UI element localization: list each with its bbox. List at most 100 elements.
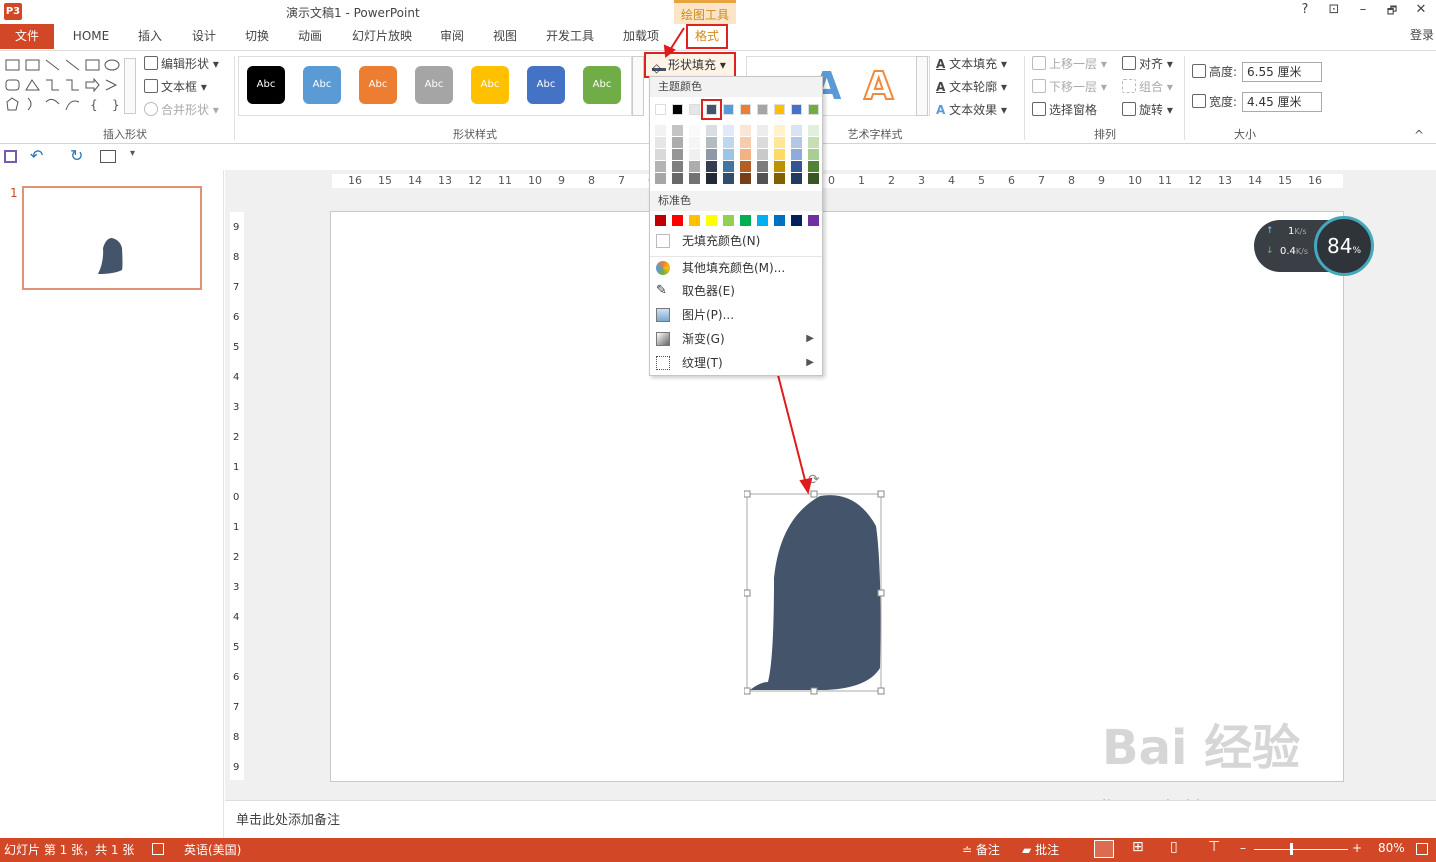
theme-color-swatch[interactable] — [723, 137, 734, 148]
standard-color-swatch[interactable] — [757, 215, 768, 226]
eyedropper-item[interactable]: ✎ 取色器(E) — [650, 280, 822, 302]
theme-color-swatch[interactable] — [791, 104, 802, 115]
standard-color-swatch[interactable] — [808, 215, 819, 226]
theme-color-swatch[interactable] — [672, 149, 683, 160]
spellcheck-icon[interactable] — [152, 843, 164, 855]
standard-color-swatch[interactable] — [774, 215, 785, 226]
theme-color-swatch[interactable] — [774, 125, 785, 136]
normal-view-icon[interactable] — [1094, 840, 1114, 858]
theme-color-swatch[interactable] — [672, 125, 683, 136]
theme-color-swatch[interactable] — [672, 137, 683, 148]
theme-color-swatch[interactable] — [706, 149, 717, 160]
theme-color-swatch[interactable] — [723, 149, 734, 160]
theme-color-swatch[interactable] — [689, 149, 700, 160]
theme-color-swatch[interactable] — [655, 149, 666, 160]
standard-color-swatch[interactable] — [791, 215, 802, 226]
theme-color-swatch[interactable] — [723, 125, 734, 136]
slide-sorter-icon[interactable]: ⊞ — [1132, 839, 1144, 855]
theme-color-swatch[interactable] — [740, 149, 751, 160]
theme-color-swatch[interactable] — [723, 161, 734, 172]
theme-color-swatch[interactable] — [706, 161, 717, 172]
theme-color-swatch[interactable] — [701, 99, 722, 120]
reading-view-icon[interactable]: ▯ — [1170, 839, 1178, 855]
gradient-fill-label: 渐变(G) — [682, 332, 725, 346]
theme-color-swatch[interactable] — [689, 125, 700, 136]
notes-toggle-button[interactable]: ≐ 备注 — [962, 841, 1000, 858]
theme-color-swatch[interactable] — [774, 161, 785, 172]
picture-fill-item[interactable]: 图片(P)... — [650, 304, 822, 326]
upload-speed: 1K/s — [1288, 226, 1306, 237]
standard-color-swatch[interactable] — [723, 215, 734, 226]
theme-color-swatch[interactable] — [706, 125, 717, 136]
zoom-level[interactable]: 80% — [1378, 841, 1405, 855]
comments-toggle-button[interactable]: ▰ 批注 — [1022, 841, 1059, 858]
comment-icon: ▰ — [1022, 843, 1032, 857]
zoom-slider[interactable] — [1254, 849, 1348, 850]
theme-color-swatch[interactable] — [774, 173, 785, 184]
zoom-slider-thumb[interactable] — [1290, 843, 1293, 855]
theme-color-swatch[interactable] — [689, 173, 700, 184]
gradient-fill-item[interactable]: 渐变(G) ▶ — [650, 328, 822, 350]
language-status[interactable]: 英语(美国) — [184, 841, 241, 858]
gradient-icon — [656, 332, 670, 346]
theme-color-swatch[interactable] — [757, 149, 768, 160]
theme-color-swatch[interactable] — [723, 104, 734, 115]
notes-placeholder[interactable]: 单击此处添加备注 — [236, 809, 340, 828]
theme-color-swatch[interactable] — [689, 161, 700, 172]
theme-color-swatch[interactable] — [672, 161, 683, 172]
theme-color-swatch[interactable] — [791, 137, 802, 148]
theme-color-swatch[interactable] — [740, 161, 751, 172]
standard-color-swatch[interactable] — [706, 215, 717, 226]
network-speed-widget[interactable]: ↑ 1K/s ↓ 0.4K/s 84% — [1254, 216, 1374, 276]
theme-color-swatch[interactable] — [655, 137, 666, 148]
theme-color-swatch[interactable] — [757, 125, 768, 136]
slideshow-view-icon[interactable]: ⊤ — [1208, 839, 1220, 855]
theme-color-swatch[interactable] — [774, 104, 785, 115]
theme-color-swatch[interactable] — [774, 149, 785, 160]
texture-fill-item[interactable]: 纹理(T) ▶ — [650, 352, 822, 374]
theme-color-swatch[interactable] — [757, 137, 768, 148]
zoom-out-button[interactable]: – — [1240, 841, 1246, 855]
theme-color-swatch[interactable] — [757, 173, 768, 184]
theme-color-swatch[interactable] — [655, 161, 666, 172]
theme-color-swatch[interactable] — [672, 173, 683, 184]
standard-color-swatch[interactable] — [740, 215, 751, 226]
theme-color-swatch[interactable] — [791, 125, 802, 136]
theme-color-swatch[interactable] — [655, 104, 666, 115]
no-fill-item[interactable]: 无填充颜色(N) — [650, 230, 822, 252]
notes-pane[interactable] — [225, 800, 1436, 838]
theme-color-swatch[interactable] — [706, 173, 717, 184]
standard-color-swatch[interactable] — [672, 215, 683, 226]
theme-color-swatch[interactable] — [808, 137, 819, 148]
theme-color-swatch[interactable] — [655, 173, 666, 184]
theme-color-swatch[interactable] — [740, 137, 751, 148]
theme-color-swatch[interactable] — [774, 137, 785, 148]
zoom-in-button[interactable]: + — [1352, 841, 1362, 855]
theme-color-swatch[interactable] — [808, 104, 819, 115]
standard-color-swatch[interactable] — [655, 215, 666, 226]
theme-color-swatch[interactable] — [757, 104, 768, 115]
theme-color-swatch[interactable] — [706, 137, 717, 148]
theme-color-swatch[interactable] — [723, 173, 734, 184]
comments-toggle-label: 批注 — [1035, 843, 1060, 857]
theme-color-swatch[interactable] — [740, 173, 751, 184]
theme-color-swatch[interactable] — [689, 104, 700, 115]
theme-color-swatch[interactable] — [740, 104, 751, 115]
theme-color-swatch[interactable] — [655, 125, 666, 136]
theme-color-swatch[interactable] — [808, 173, 819, 184]
theme-color-swatch[interactable] — [808, 149, 819, 160]
theme-color-swatch[interactable] — [808, 161, 819, 172]
standard-color-swatch[interactable] — [689, 215, 700, 226]
fit-slide-icon[interactable] — [1416, 843, 1428, 855]
memory-percent-sign: % — [1352, 246, 1361, 256]
theme-color-swatch[interactable] — [791, 161, 802, 172]
theme-color-swatch[interactable] — [808, 125, 819, 136]
theme-color-swatch[interactable] — [757, 161, 768, 172]
theme-color-swatch[interactable] — [791, 173, 802, 184]
more-fill-colors-item[interactable]: 其他填充颜色(M)... — [650, 256, 822, 278]
theme-color-swatch[interactable] — [740, 125, 751, 136]
theme-color-swatch[interactable] — [791, 149, 802, 160]
theme-color-swatch[interactable] — [672, 104, 683, 115]
picture-fill-label: 图片(P)... — [682, 308, 735, 322]
theme-color-swatch[interactable] — [689, 137, 700, 148]
